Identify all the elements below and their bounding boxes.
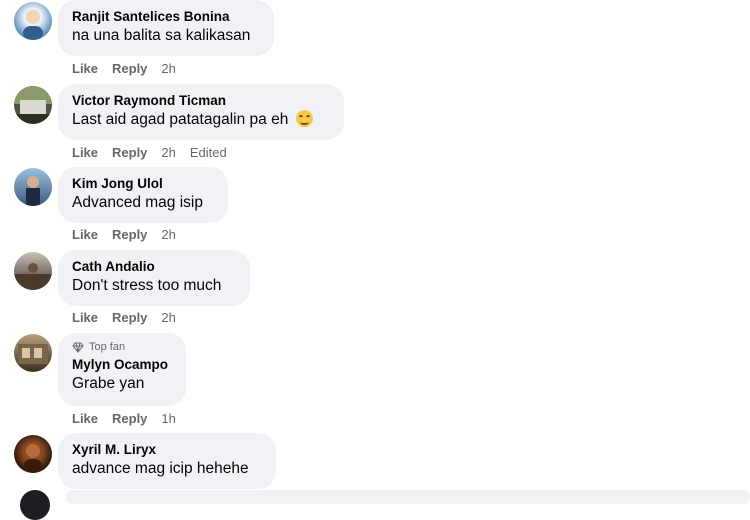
comment-author[interactable]: Mylyn Ocampo: [72, 356, 172, 374]
profile-photo-icon: [26, 176, 40, 206]
diamond-icon: [72, 342, 84, 353]
avatar[interactable]: [14, 252, 52, 290]
comment-author[interactable]: Cath Andalio: [72, 258, 236, 276]
reply-button[interactable]: Reply: [112, 61, 147, 76]
comment-text: Advanced mag isip: [72, 194, 203, 211]
avatar[interactable]: [14, 2, 52, 40]
like-button[interactable]: Like: [72, 411, 98, 426]
avatar[interactable]: [14, 86, 52, 124]
comment-bubble: Xyril M. Liryx advance mag icip hehehe: [58, 433, 276, 489]
comment-timestamp[interactable]: 2h: [161, 227, 175, 242]
comment-bubble: Top fan Mylyn Ocampo Grabe yan: [58, 333, 186, 406]
profile-photo-icon: [14, 263, 52, 290]
reply-button[interactable]: Reply: [112, 310, 147, 325]
comment-text: na una balita sa kalikasan: [72, 27, 251, 44]
avatar[interactable]: [14, 334, 52, 372]
comment-bubble: Ranjit Santelices Bonina na una balita s…: [58, 0, 274, 56]
comment-author[interactable]: Xyril M. Liryx: [72, 441, 262, 459]
comment-bubble: Cath Andalio Don't stress too much: [58, 250, 250, 306]
comment-actions: Like Reply 2h: [72, 310, 190, 325]
like-button[interactable]: Like: [72, 145, 98, 160]
grinning-face-emoji: [295, 110, 313, 127]
comment-actions: Like Reply 2h: [72, 61, 190, 76]
like-button[interactable]: Like: [72, 227, 98, 242]
edited-label: Edited: [189, 145, 227, 160]
profile-photo-icon: [23, 10, 43, 40]
comment-text: Grabe yan: [72, 375, 145, 392]
like-button[interactable]: Like: [72, 310, 98, 325]
current-user-avatar[interactable]: [20, 490, 50, 520]
like-button[interactable]: Like: [72, 61, 98, 76]
comment-bubble: Victor Raymond Ticman Last aid agad pata…: [58, 84, 344, 140]
write-comment-input[interactable]: [66, 490, 750, 504]
reply-button[interactable]: Reply: [112, 411, 147, 426]
comment-timestamp[interactable]: 2h: [161, 145, 175, 160]
comment-actions: Like Reply 2h Edited: [72, 145, 241, 160]
comment-text: advance mag icip hehehe: [72, 460, 249, 477]
comment-author[interactable]: Ranjit Santelices Bonina: [72, 8, 260, 26]
comment-timestamp[interactable]: 2h: [161, 310, 175, 325]
top-fan-badge: Top fan: [72, 340, 172, 354]
reply-button[interactable]: Reply: [112, 145, 147, 160]
comment-text: Last aid agad patatagalin pa eh: [72, 110, 330, 130]
comment-author[interactable]: Kim Jong Ulol: [72, 175, 214, 193]
profile-photo-icon: [14, 86, 52, 124]
comment-author[interactable]: Victor Raymond Ticman: [72, 92, 330, 110]
comment-actions: Like Reply 2h: [72, 227, 190, 242]
reply-button[interactable]: Reply: [112, 227, 147, 242]
profile-photo-icon: [24, 444, 42, 473]
comment-timestamp[interactable]: 2h: [161, 61, 175, 76]
profile-photo-icon: [18, 344, 48, 364]
comment-actions: Like Reply 1h: [72, 411, 190, 426]
comment-timestamp[interactable]: 1h: [161, 411, 175, 426]
comment-bubble: Kim Jong Ulol Advanced mag isip: [58, 167, 228, 223]
avatar[interactable]: [14, 435, 52, 473]
comment-text: Don't stress too much: [72, 277, 222, 294]
avatar[interactable]: [14, 168, 52, 206]
